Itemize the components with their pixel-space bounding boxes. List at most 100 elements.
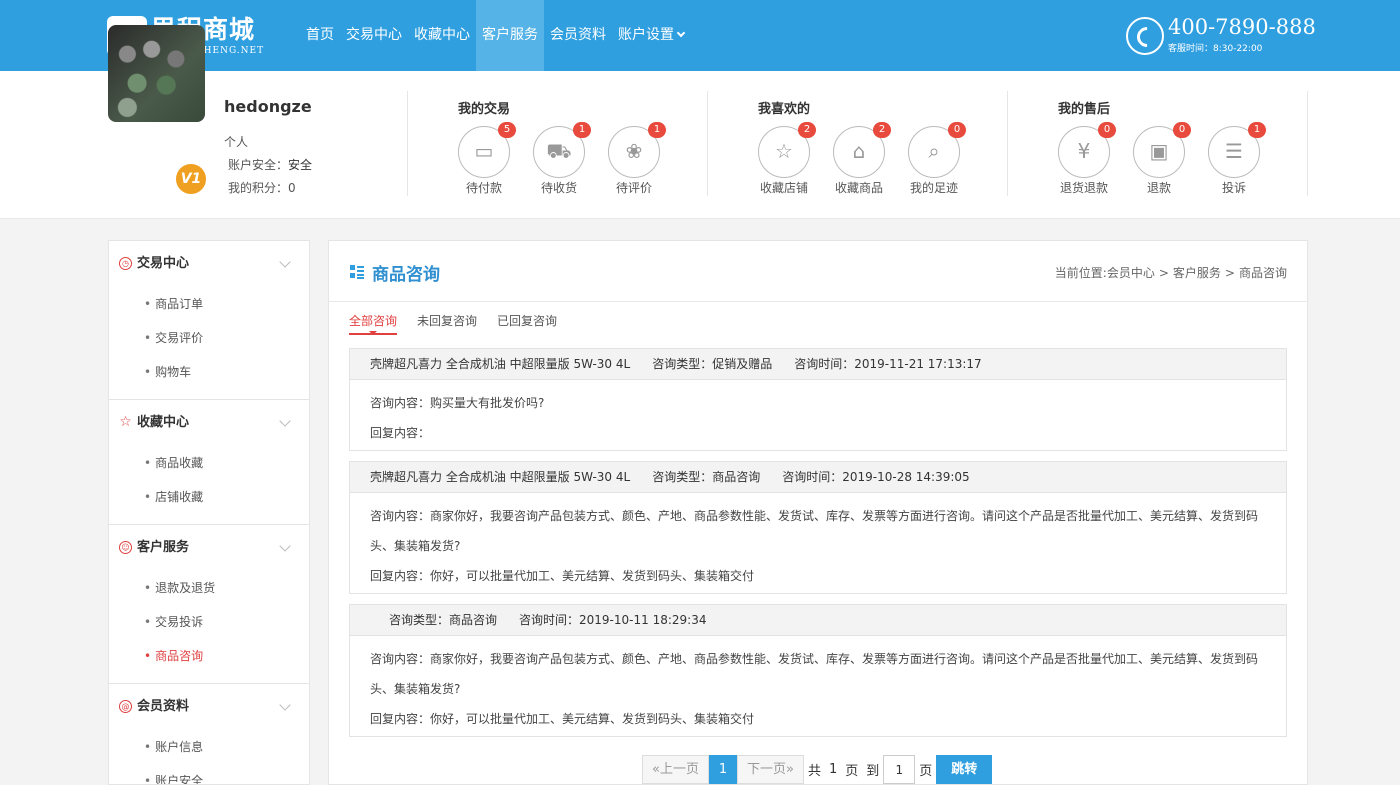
quick-fav-shops[interactable]: ☆ 2 收藏店铺 <box>754 122 816 195</box>
prev-page-button[interactable]: «上一页 <box>642 755 709 784</box>
quick-pending-review[interactable]: ❀ 1 待评价 <box>604 122 666 195</box>
consultation-product[interactable]: 壳牌超凡喜力 全合成机油 中超限量版 5W-30 4L <box>370 470 630 484</box>
nav-trade-center[interactable]: 交易中心 <box>340 0 408 71</box>
chevron-down-icon <box>279 699 291 711</box>
hotline-hours: 客服时间：8:30-22:00 <box>1168 44 1263 54</box>
group-title-favorites: 我喜欢的 <box>758 102 811 117</box>
clock-icon: ◷ <box>119 257 132 270</box>
consultation-header: 壳牌超凡喜力 全合成机油 中超限量版 5W-30 4L 咨询类型：商品咨询 咨询时间… <box>350 462 1286 493</box>
breadcrumb-item: 商品咨询 <box>1238 266 1287 280</box>
sidebar-item-reviews[interactable]: 交易评价 <box>109 321 309 355</box>
quick-label: 收藏店铺 <box>759 181 808 195</box>
account-safety-value: 安全 <box>288 158 313 172</box>
nav-account-settings[interactable]: 账户设置 <box>612 0 690 71</box>
goto-page-button[interactable]: 跳转 <box>936 755 993 784</box>
sidebar-item-shop-favorites[interactable]: 店铺收藏 <box>109 480 309 514</box>
sidebar-item-account-security[interactable]: 账户安全 <box>109 764 309 784</box>
sidebar-item-refunds[interactable]: 退款及退货 <box>109 571 309 605</box>
sidebar-section-header[interactable]: ☆ 收藏中心 <box>109 400 309 446</box>
quick-label: 收藏商品 <box>834 181 883 195</box>
at-icon: @ <box>119 700 132 713</box>
page-number-current[interactable]: 1 <box>708 755 737 784</box>
quick-label: 退款 <box>1146 181 1171 195</box>
account-safety: 账户安全：安全 <box>228 156 312 173</box>
count-badge: 2 <box>798 122 816 138</box>
group-title-after-sales: 我的售后 <box>1058 102 1111 117</box>
consultation-time: 咨询时间：2019-11-21 17:13:17 <box>794 357 982 371</box>
quick-return-refund[interactable]: ¥ 0 退货退款 <box>1054 122 1116 195</box>
tab-all[interactable]: 全部咨询 <box>349 311 398 335</box>
consultation-header: 壳牌超凡喜力 全合成机油 中超限量版 5W-30 4L 咨询类型：促销及赠品 咨询时… <box>350 349 1286 380</box>
sidebar-section-title: 交易中心 <box>137 256 190 271</box>
sidebar-item-orders[interactable]: 商品订单 <box>109 287 309 321</box>
sidebar-section-header[interactable]: ◷ 交易中心 <box>109 241 309 287</box>
consultation-card: 壳牌超凡喜力 全合成机油 中超限量版 5W-30 4L 咨询类型：促销及赠品 咨询时… <box>349 348 1287 451</box>
consultation-type: 咨询类型：商品咨询 <box>389 613 498 627</box>
divider <box>407 91 408 196</box>
sidebar-item-consultations[interactable]: 商品咨询 <box>109 639 309 673</box>
breadcrumb-separator: > <box>1224 266 1235 280</box>
consultation-reply: 回复内容：你好，可以批量代加工、美元结算、发货到码头、集装箱交付 <box>370 712 755 726</box>
sidebar-section-header[interactable]: @ 会员资料 <box>109 684 309 730</box>
goto-page-input[interactable] <box>883 755 916 784</box>
quick-complaint[interactable]: ☰ 1 投诉 <box>1204 122 1266 195</box>
consultation-content: 咨询内容：购买量大有批发价吗? <box>370 396 545 410</box>
user-name: hedongze <box>224 97 312 116</box>
tab-answered[interactable]: 已回复咨询 <box>497 311 557 335</box>
quick-label: 待评价 <box>615 181 652 195</box>
store-icon: ⌂ <box>852 139 866 163</box>
flower-icon: ❀ <box>625 139 643 163</box>
divider <box>1007 91 1008 196</box>
breadcrumb-item[interactable]: 会员中心 <box>1107 266 1155 280</box>
total-pages-suffix: 页 <box>845 764 859 779</box>
quick-pending-payment[interactable]: ▭ 5 待付款 <box>454 122 516 195</box>
breadcrumb-item[interactable]: 客户服务 <box>1173 266 1221 280</box>
sidebar-section-header[interactable]: ☺ 客户服务 <box>109 525 309 571</box>
count-badge: 1 <box>1248 122 1266 138</box>
nav-favorites[interactable]: 收藏中心 <box>408 0 476 71</box>
profile-band <box>0 71 1400 219</box>
sidebar-section-service: ☺ 客户服务 退款及退货 交易投诉 商品咨询 <box>109 525 309 684</box>
consultation-content: 咨询内容：商家你好，我要咨询产品包装方式、颜色、产地、商品参数性能、发货试、库存… <box>370 509 1259 553</box>
sidebar-item-cart[interactable]: 购物车 <box>109 355 309 389</box>
user-type: 个人 <box>224 135 249 149</box>
hotline: 400-7890-888 客服时间：8:30-22:00 <box>1126 15 1326 57</box>
consultation-body: 咨询内容：购买量大有批发价吗? 回复内容： <box>350 380 1286 448</box>
quick-refund[interactable]: ▣ 0 退款 <box>1129 122 1191 195</box>
truck-icon: ⛟ <box>546 139 572 163</box>
sidebar-item-account-info[interactable]: 账户信息 <box>109 730 309 764</box>
sidebar-section-favorites: ☆ 收藏中心 商品收藏 店铺收藏 <box>109 400 309 525</box>
tab-unanswered[interactable]: 未回复咨询 <box>417 311 477 335</box>
next-page-button[interactable]: 下一页» <box>736 755 804 784</box>
consultation-body: 咨询内容：商家你好，我要咨询产品包装方式、颜色、产地、商品参数性能、发货试、库存… <box>350 493 1286 591</box>
quick-fav-products[interactable]: ⌂ 2 收藏商品 <box>829 122 891 195</box>
vip-level-badge: V1 <box>173 161 209 197</box>
quick-pending-receipt[interactable]: ⛟ 1 待收货 <box>529 122 591 195</box>
breadcrumb: 当前位置:会员中心 > 客户服务 > 商品咨询 <box>1055 264 1287 281</box>
star-icon: ☆ <box>119 414 132 430</box>
avatar[interactable] <box>108 25 205 122</box>
total-pages: 1 <box>828 762 838 777</box>
nav-account-settings-label: 账户设置 <box>618 27 674 43</box>
sidebar-item-complaints[interactable]: 交易投诉 <box>109 605 309 639</box>
chevron-down-icon <box>279 256 291 268</box>
nav-member-info[interactable]: 会员资料 <box>544 0 612 71</box>
consultation-product[interactable]: 壳牌超凡喜力 全合成机油 中超限量版 5W-30 4L <box>370 357 630 371</box>
sidebar-section-member: @ 会员资料 账户信息 账户安全 <box>109 684 309 784</box>
consultation-time: 咨询时间：2019-10-11 18:29:34 <box>519 613 707 627</box>
quick-footprints[interactable]: ⌕ 0 我的足迹 <box>904 122 966 195</box>
complaint-icon: ☰ <box>1225 139 1243 163</box>
sidebar-item-product-favorites[interactable]: 商品收藏 <box>109 446 309 480</box>
box-icon: ▣ <box>1149 139 1169 163</box>
list-icon <box>350 265 364 279</box>
nav-home[interactable]: 首页 <box>300 0 340 71</box>
goto-prefix: 到 <box>866 764 880 779</box>
quick-label: 退货退款 <box>1059 181 1108 195</box>
nav-customer-service[interactable]: 客户服务 <box>476 0 544 71</box>
count-badge: 1 <box>648 122 666 138</box>
sidebar-section-title: 会员资料 <box>137 699 190 714</box>
divider <box>707 91 708 196</box>
consultation-body: 咨询内容：商家你好，我要咨询产品包装方式、颜色、产地、商品参数性能、发货试、库存… <box>350 636 1286 734</box>
count-badge: 0 <box>1173 122 1191 138</box>
divider <box>1307 91 1308 196</box>
